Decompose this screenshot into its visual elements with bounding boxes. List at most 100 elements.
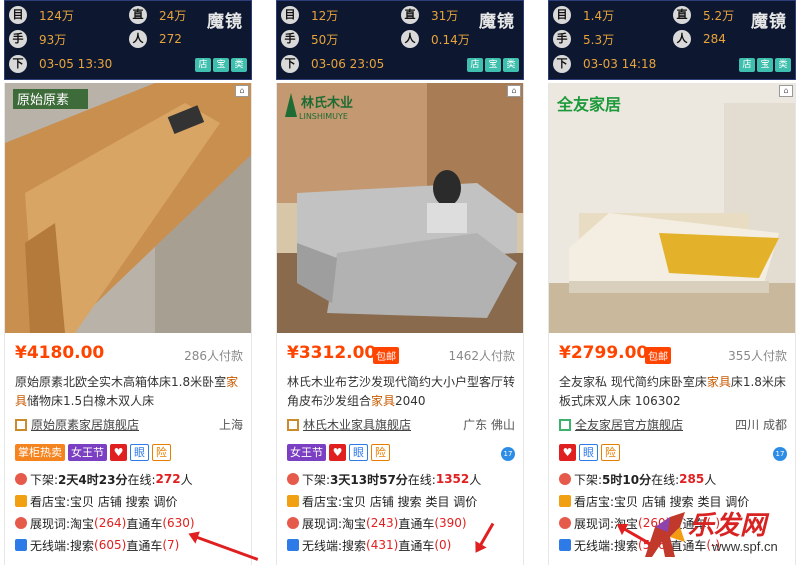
similar-items-icon[interactable]: ⌂ — [779, 85, 793, 97]
brand-logo: 林氏木业 — [301, 95, 353, 111]
mobile-icon: 手 — [281, 30, 299, 48]
product-image[interactable]: 全友家居 ⌂ — [548, 83, 796, 333]
kandianbao-line[interactable]: 看店宝:宝贝 店铺 搜索 调价 — [15, 492, 178, 510]
product-card-3[interactable]: 目 1.4万 直 5.2万 手 5.3万 人 284 下 03-03 14:18… — [548, 0, 796, 565]
mobile-icon: 手 — [553, 30, 571, 48]
mobile-line[interactable]: 无线端:搜索 (605) 直通车 (7) — [15, 536, 179, 554]
product-title[interactable]: 原始原素北欧全实木高箱体床1.8米卧室家具储物床1.5白橡木双人床 — [15, 373, 247, 411]
category-badge[interactable]: 类 — [231, 58, 247, 72]
stat-value: 0.14万 — [431, 32, 470, 47]
person-icon — [15, 517, 27, 529]
stat-value: 5.3万 — [583, 32, 615, 47]
keywords-line[interactable]: 展现词:淘宝 (243) 直通车 (390) — [287, 514, 467, 532]
mojing-brand: 魔镜 — [751, 12, 787, 32]
location: 广东 佛山 — [463, 418, 515, 432]
tmall-icon[interactable]: ♥ — [110, 444, 127, 461]
product-image[interactable]: 原始原素 ⌂ — [4, 83, 252, 333]
shop-icon — [287, 418, 299, 431]
views-icon: 目 — [9, 6, 27, 24]
shop-icon — [559, 418, 571, 431]
tag-insurance[interactable]: 险 — [371, 444, 390, 461]
free-shipping-badge: 包邮 — [645, 347, 671, 364]
category-badge[interactable]: 类 — [503, 58, 519, 72]
keywords-line[interactable]: 展现词:淘宝 (264) 直通车 (630) — [15, 514, 195, 532]
mobile-line[interactable]: 无线端:搜索 (431) 直通车 (0) — [287, 536, 451, 554]
offshelf-line: 下架: 2天4时23分 在线: 272 人 — [15, 470, 193, 488]
views-icon: 目 — [281, 6, 299, 24]
tag-insurance[interactable]: 险 — [152, 444, 171, 461]
tag-eye[interactable]: 眼 — [349, 444, 368, 461]
product-title[interactable]: 林氏木业布艺沙发现代简约大小户型客厅转角皮布沙发组合家具2040 — [287, 373, 519, 411]
product-title[interactable]: 全友家私 现代简约床卧室床家具床1.8米床板式床双人床 106302 — [559, 373, 791, 411]
stats-panel: 目 1.4万 直 5.2万 手 5.3万 人 284 下 03-03 14:18… — [548, 0, 796, 80]
mojing-brand: 魔镜 — [479, 12, 515, 32]
offshelf-line: 下架: 5时10分 在线: 285 人 — [559, 470, 716, 488]
shop-badge[interactable]: 店 — [739, 58, 755, 72]
stats-panel: 目 124万 直 24万 手 93万 人 272 下 03-05 13:30 魔… — [4, 0, 252, 80]
tag-hot[interactable]: 掌柜热卖 — [15, 444, 65, 461]
down-icon: 下 — [553, 55, 571, 73]
product-image[interactable]: 林氏木业 LINSHIMUYE ⌂ — [276, 83, 524, 333]
item-badge[interactable]: 宝 — [757, 58, 773, 72]
tmall-icon[interactable]: ♥ — [329, 444, 346, 461]
stat-value: 50万 — [311, 32, 339, 47]
tag-eye[interactable]: 眼 — [579, 444, 598, 461]
bed-photo: 全友家居 — [549, 83, 795, 333]
phone-icon — [559, 539, 571, 551]
stat-value: 12万 — [311, 8, 339, 23]
direct-icon: 直 — [129, 6, 147, 24]
brand-logo: 原始原素 — [17, 93, 69, 108]
down-icon: 下 — [281, 55, 299, 73]
clock-icon — [15, 473, 27, 485]
tag-row: ♥ 眼 险 — [559, 444, 620, 461]
kandianbao-line[interactable]: 看店宝:宝贝 店铺 搜索 类目 调价 — [287, 492, 477, 510]
tag-insurance[interactable]: 险 — [601, 444, 620, 461]
location: 四川 成都 — [735, 418, 787, 432]
similar-items-icon[interactable]: ⌂ — [507, 85, 521, 97]
shop-link[interactable]: 原始原素家居旗舰店 — [15, 416, 139, 433]
location: 上海 — [218, 418, 243, 432]
person-icon: 人 — [673, 30, 691, 48]
mojing-brand: 魔镜 — [207, 12, 243, 32]
tmall-icon[interactable]: ♥ — [559, 444, 576, 461]
category-badge[interactable]: 类 — [775, 58, 791, 72]
similar-items-icon[interactable]: ⌂ — [235, 85, 249, 97]
product-card-1[interactable]: 目 124万 直 24万 手 93万 人 272 下 03-05 13:30 魔… — [4, 0, 252, 565]
mail-icon — [559, 495, 571, 507]
stat-value: 124万 — [39, 8, 74, 23]
clock-icon — [287, 473, 299, 485]
phone-icon — [15, 539, 27, 551]
stats-panel: 目 12万 直 31万 手 50万 人 0.14万 下 03-06 23:05 … — [276, 0, 524, 80]
shop-badge[interactable]: 店 — [467, 58, 483, 72]
tag-eye[interactable]: 眼 — [130, 444, 149, 461]
shop-badge[interactable]: 店 — [195, 58, 211, 72]
sales-count: 1462人付款 — [448, 349, 515, 363]
item-badge[interactable]: 宝 — [213, 58, 229, 72]
free-shipping-badge: 包邮 — [373, 347, 399, 364]
price: ¥3312.00 — [287, 343, 377, 363]
down-icon: 下 — [9, 55, 27, 73]
listing-time: 03-06 23:05 — [311, 57, 385, 71]
listing-time: 03-05 13:30 — [39, 57, 113, 71]
direct-icon: 直 — [401, 6, 419, 24]
shop-link[interactable]: 林氏木业家具旗舰店 — [287, 416, 411, 433]
stat-value: 93万 — [39, 32, 67, 47]
tag-queen-day[interactable]: 女王节 — [68, 444, 107, 461]
price: ¥4180.00 — [15, 343, 105, 363]
chat-bubble-icon[interactable]: 17 — [773, 447, 787, 461]
direct-icon: 直 — [673, 6, 691, 24]
tag-queen-day[interactable]: 女王节 — [287, 444, 326, 461]
item-badge[interactable]: 宝 — [485, 58, 501, 72]
watermark-url: www.spf.cn — [712, 539, 778, 554]
chat-bubble-icon[interactable]: 17 — [501, 447, 515, 461]
offshelf-line: 下架: 3天13时57分 在线: 1352 人 — [287, 470, 481, 488]
sales-count: 355人付款 — [728, 349, 787, 363]
brand-logo: 全友家居 — [556, 95, 621, 114]
tag-row: 女王节 ♥ 眼 险 — [287, 444, 390, 461]
stat-value: 272 — [159, 32, 182, 46]
product-card-2[interactable]: 目 12万 直 31万 手 50万 人 0.14万 下 03-06 23:05 … — [276, 0, 524, 565]
mail-icon — [287, 495, 299, 507]
shop-link[interactable]: 全友家居官方旗舰店 — [559, 416, 683, 433]
person-icon — [559, 517, 571, 529]
bed-headboard-photo: 原始原素 — [5, 83, 251, 333]
